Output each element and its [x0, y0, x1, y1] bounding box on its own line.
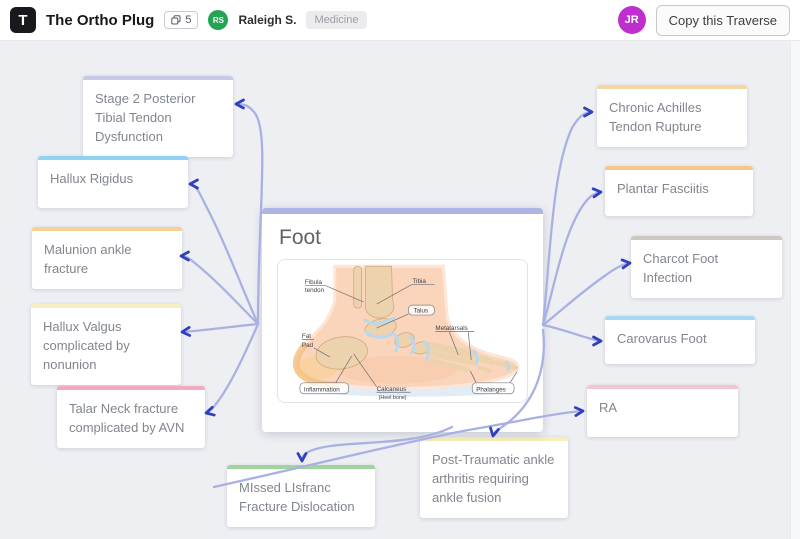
copies-badge: 5 [164, 11, 198, 29]
node-stage2-pttd[interactable]: Stage 2 Posterior Tibial Tendon Dysfunct… [83, 76, 233, 157]
node-label: Malunion ankle fracture [44, 241, 170, 279]
edge-to-stage2-pttd [236, 104, 262, 324]
node-malunion-ankle-fracture[interactable]: Malunion ankle fracture [32, 227, 182, 289]
user-avatar[interactable]: JR [618, 6, 646, 34]
app-logo-letter: T [18, 12, 27, 29]
node-label: Hallux Valgus complicated by nonunion [43, 318, 169, 375]
node-carovarus-foot[interactable]: Carovarus Foot [605, 316, 755, 364]
node-charcot-foot-infection[interactable]: Charcot Foot Infection [631, 236, 782, 298]
board-title: The Ortho Plug [46, 12, 154, 29]
label-talus: Talus [413, 308, 428, 315]
edge-to-plantar-fasciitis [543, 192, 601, 325]
node-label: Carovarus Foot [617, 330, 743, 349]
edge-to-hallux-rigidus [190, 184, 258, 324]
copy-traverse-button[interactable]: Copy this Traverse [656, 5, 790, 36]
edge-to-chronic-achilles-rupture [543, 112, 592, 325]
node-label: Chronic Achilles Tendon Rupture [609, 99, 735, 137]
fibula-bone [354, 266, 362, 308]
node-hallux-valgus-nonunion[interactable]: Hallux Valgus complicated by nonunion [31, 304, 181, 385]
label-heel-bone: (Heel bone) [379, 395, 407, 401]
label-pad: Pad [302, 342, 314, 349]
copies-icon [171, 15, 181, 25]
node-label: MIssed LIsfranc Fracture Dislocation [239, 479, 363, 517]
label-tibia: Tibia [412, 278, 426, 285]
author-name: Raleigh S. [238, 13, 296, 27]
foot-node[interactable]: Foot [262, 208, 543, 432]
label-calcaneus: Calcaneus [377, 386, 407, 393]
node-label: Talar Neck fracture complicated by AVN [69, 400, 193, 438]
node-label: Stage 2 Posterior Tibial Tendon Dysfunct… [95, 90, 221, 147]
canvas[interactable]: Stage 2 Posterior Tibial Tendon Dysfunct… [0, 0, 800, 539]
edge-to-carovarus-foot [543, 325, 601, 341]
header: T The Ortho Plug 5 RS Raleigh S. Medicin… [0, 0, 800, 41]
user-initials: JR [625, 14, 639, 26]
node-label: Hallux Rigidus [50, 170, 176, 189]
app-logo[interactable]: T [10, 7, 36, 33]
tibia-bone [365, 266, 393, 318]
author-avatar[interactable]: RS [208, 10, 228, 30]
node-plantar-fasciitis[interactable]: Plantar Fasciitis [605, 166, 753, 216]
author-initials: RS [213, 16, 224, 25]
scrollbar-track[interactable] [790, 41, 800, 539]
node-label: Plantar Fasciitis [617, 180, 741, 199]
node-chronic-achilles-rupture[interactable]: Chronic Achilles Tendon Rupture [597, 85, 747, 147]
edge-to-malunion-ankle-fracture [181, 256, 258, 324]
label-inflammation: Inflammation [304, 386, 340, 393]
label-tendon: tendon [305, 287, 325, 294]
copies-count: 5 [185, 14, 191, 26]
label-phalanges: Phalanges [476, 386, 506, 393]
category-chip: Medicine [306, 11, 366, 29]
node-label: RA [599, 399, 726, 418]
node-missed-lisfranc[interactable]: MIssed LIsfranc Fracture Dislocation [227, 465, 375, 527]
node-hallux-rigidus[interactable]: Hallux Rigidus [38, 156, 188, 208]
foot-node-title: Foot [279, 226, 528, 250]
node-post-traumatic-arthritis[interactable]: Post-Traumatic ankle arthritis requiring… [420, 437, 568, 518]
label-metatarsals: Metatarsals [435, 325, 467, 332]
label-fibula: Fibula [305, 279, 323, 286]
foot-anatomy-image: Fibula tendon Tibia Talus Metatarsals Fa… [277, 259, 528, 403]
edge-to-hallux-valgus-nonunion [182, 324, 258, 332]
edge-to-talar-neck-avn [206, 324, 258, 413]
label-fat: Fat [302, 333, 311, 340]
node-ra[interactable]: RA [587, 385, 738, 437]
node-label: Charcot Foot Infection [643, 250, 770, 288]
node-label: Post-Traumatic ankle arthritis requiring… [432, 451, 556, 508]
node-talar-neck-avn[interactable]: Talar Neck fracture complicated by AVN [57, 386, 205, 448]
